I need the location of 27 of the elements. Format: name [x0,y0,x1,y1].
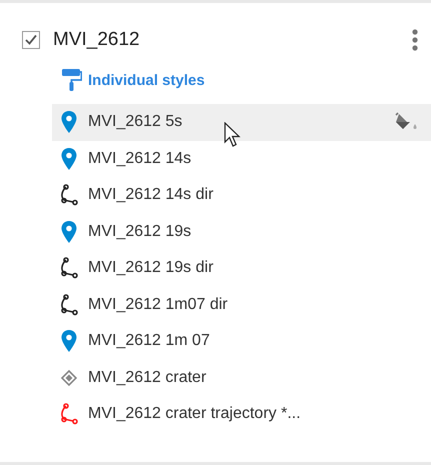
item-label: MVI_2612 14s [88,150,192,168]
layer-item[interactable]: MVI_2612 crater trajectory *... [52,396,431,432]
layer-item[interactable]: MVI_2612 19s [52,214,431,250]
paint-roller-icon [62,69,82,91]
more-options-icon[interactable] [411,28,419,52]
layer-item[interactable]: MVI_2612 1m07 dir [52,286,431,323]
path-icon [58,256,80,280]
checkbox[interactable] [22,31,40,49]
item-label: MVI_2612 19s dir [88,259,214,278]
path-icon [58,292,80,317]
layer-item[interactable]: MVI_2612 crater [52,360,431,396]
layer-item[interactable]: MVI_2612 19s dir [52,250,431,286]
item-label: MVI_2612 19s [88,222,192,241]
mouse-cursor-icon [224,122,242,148]
item-label: MVI_2612 1m 07 [88,332,211,350]
layer-item[interactable]: MVI_2612 14s [52,140,431,177]
layer-item[interactable]: MVI_2612 1m 07 [52,323,431,360]
layer-item[interactable]: MVI_2612 14s dir [52,177,431,214]
item-label: MVI_2612 crater [88,368,208,387]
path-icon [58,183,80,208]
path-icon [58,402,80,426]
item-label: MVI_2612 14s dir [88,186,214,204]
item-label: MVI_2612 crater trajectory *... [88,405,302,424]
item-label: MVI_2612 5s [88,113,184,132]
item-label: MVI_2612 1m07 dir [88,296,229,314]
layer-title: MVI_2612 [53,29,141,51]
individual-styles-link[interactable]: Individual styles [88,72,205,88]
